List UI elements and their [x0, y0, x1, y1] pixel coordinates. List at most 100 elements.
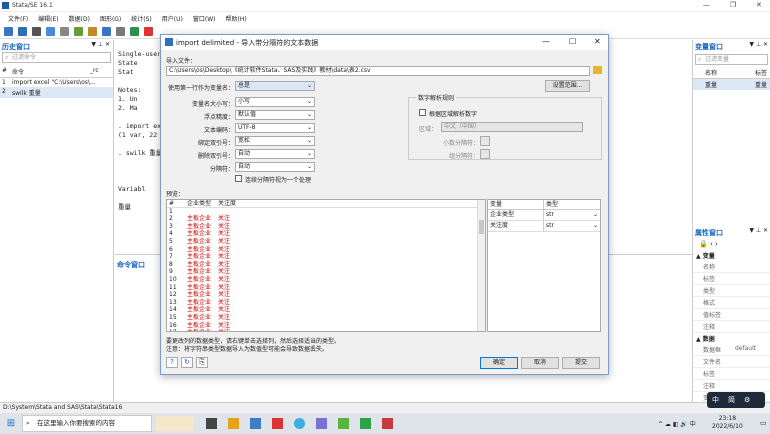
type-grid[interactable]: 变量 类型 企业类型 str ⌄ 关注度 str ⌄	[487, 199, 601, 332]
history-row[interactable]: 2 swilk 重量	[0, 87, 113, 98]
consecutive-delim-checkbox[interactable]	[235, 175, 242, 182]
float-precision-select[interactable]: 默认值 ⌄	[235, 110, 315, 120]
chevron-down-icon: ⌄	[306, 137, 312, 144]
history-search[interactable]: ⌕ 过滤命令	[2, 52, 111, 63]
taskbar-search[interactable]: ⌕ 在这里输入你要搜索的内容	[22, 415, 152, 432]
prop-row[interactable]: 文件名	[693, 356, 770, 368]
scrollbar-thumb[interactable]	[479, 220, 484, 234]
save-icon[interactable]	[18, 27, 27, 36]
ime-lang[interactable]: 中	[712, 395, 719, 405]
browser-icon[interactable]	[294, 418, 305, 429]
data-editor-icon[interactable]	[102, 27, 111, 36]
maximize-icon[interactable]: ☐	[569, 37, 576, 46]
lock-icon[interactable]: 🔒	[699, 240, 708, 248]
delimiter-select[interactable]: 自动 ⌄	[235, 162, 315, 172]
notification-icon[interactable]: ▭	[760, 419, 767, 427]
history-row[interactable]: 1 import excel "C:\Users\os\...	[0, 78, 113, 87]
menu-item[interactable]: 图形(G)	[100, 14, 121, 23]
data-browser-icon[interactable]	[116, 27, 125, 36]
wps-icon[interactable]	[272, 418, 283, 429]
tray-icons[interactable]: ^ ☁ ◧ 🔊 中	[658, 419, 696, 428]
help-icon[interactable]: ?	[166, 357, 178, 368]
windows-start-icon[interactable]: ⊞	[0, 418, 22, 429]
menu-item[interactable]: 文件(F)	[8, 14, 28, 23]
menu-item[interactable]: 统计(S)	[131, 14, 152, 23]
preview-cell: 关注	[218, 306, 231, 314]
case-select[interactable]: 小写 ⌄	[235, 97, 315, 107]
ok-button[interactable]: 确定	[480, 357, 518, 369]
clock[interactable]: 23:18 2022/6/10	[712, 415, 743, 431]
bind-quotes-select[interactable]: 宽松 ⌄	[235, 136, 315, 146]
task-view-icon[interactable]	[206, 418, 217, 429]
minimize-icon[interactable]: —	[542, 37, 550, 46]
decimal-input[interactable]	[480, 136, 490, 146]
break-icon[interactable]	[144, 27, 153, 36]
locale-select[interactable]: 中文（中国）	[441, 122, 583, 132]
set-range-button[interactable]: 设置范围...	[545, 80, 590, 92]
editor-icon[interactable]	[88, 27, 97, 36]
print-icon[interactable]	[32, 27, 41, 36]
app-icon[interactable]	[316, 418, 327, 429]
preview-scrollbar[interactable]	[477, 200, 485, 331]
close-icon[interactable]: ✕	[594, 37, 601, 46]
preview-col-attention[interactable]: 关注度	[218, 200, 248, 207]
prop-row[interactable]: 标签	[693, 273, 770, 285]
prop-row[interactable]: 格式	[693, 297, 770, 309]
preview-cell: 关注	[218, 230, 231, 238]
variables-search[interactable]: ⌕ 过滤变量	[695, 54, 768, 65]
file-path-input[interactable]: C:\Users\os\Desktop\《统计软件Stata、SAS及实践》教材…	[166, 66, 590, 76]
preview-col-type[interactable]: 企业类型	[187, 200, 218, 207]
prop-row[interactable]: 注释	[693, 321, 770, 333]
ime-mode[interactable]: 简	[728, 395, 735, 405]
first-row-select[interactable]: 总是 ⌄	[235, 81, 315, 91]
menu-item[interactable]: 帮助(H)	[225, 14, 246, 23]
app-icon[interactable]	[360, 418, 371, 429]
type-row[interactable]: 企业类型 str ⌄	[488, 210, 600, 221]
prop-row[interactable]: 注释	[693, 380, 770, 392]
open-icon[interactable]	[4, 27, 13, 36]
folder-icon[interactable]	[593, 66, 602, 74]
panel-controls-icon[interactable]: ▼ ⊥ ✕	[749, 41, 768, 48]
strip-quotes-select[interactable]: 自动 ⌄	[235, 149, 315, 159]
maximize-icon[interactable]: ❐	[730, 1, 736, 9]
log-icon[interactable]	[46, 27, 55, 36]
prop-row[interactable]: 值标签	[693, 309, 770, 321]
variable-row[interactable]: 重量 重量	[693, 79, 770, 90]
import-delimited-dialog: import delimited - 导入带分隔符的文本数据 — ☐ ✕ 导入文…	[160, 34, 609, 375]
menu-item[interactable]: 窗口(W)	[193, 14, 216, 23]
type-select[interactable]: str ⌄	[544, 221, 600, 231]
prop-row[interactable]: 类型	[693, 285, 770, 297]
menu-item[interactable]: 编辑(E)	[38, 14, 58, 23]
prop-row[interactable]: 标签	[693, 368, 770, 380]
stata-taskbar-icon[interactable]	[250, 418, 261, 429]
wechat-icon[interactable]	[338, 418, 349, 429]
prop-row[interactable]: 名称	[693, 261, 770, 273]
variables-manager-icon[interactable]	[130, 27, 139, 36]
panel-controls-icon[interactable]: ▼ ⊥ ✕	[91, 41, 110, 48]
viewer-icon[interactable]	[60, 27, 69, 36]
close-icon[interactable]: ✕	[756, 1, 762, 9]
copy-icon[interactable]: ⎘	[196, 357, 208, 368]
type-select[interactable]: str ⌄	[544, 210, 600, 220]
panel-controls-icon[interactable]: ▼ ⊥ ✕	[749, 227, 768, 234]
menu-item[interactable]: 用户(U)	[162, 14, 183, 23]
thousand-input[interactable]	[480, 149, 490, 159]
ime-settings-icon[interactable]: ⚙	[744, 396, 750, 404]
preview-row: 8 主板企业 关注	[167, 261, 485, 269]
encoding-select[interactable]: UTF-8 ⌄	[235, 123, 315, 133]
file-explorer-icon[interactable]	[228, 418, 239, 429]
submit-button[interactable]: 提交	[562, 357, 600, 369]
properties-nav[interactable]: 🔒 ‹ ›	[693, 238, 770, 250]
type-row[interactable]: 关注度 str ⌄	[488, 221, 600, 232]
locale-parse-checkbox[interactable]	[419, 109, 426, 116]
reset-icon[interactable]: ↻	[181, 357, 193, 368]
app-icon[interactable]	[382, 418, 393, 429]
graph-icon[interactable]	[74, 27, 83, 36]
minimize-icon[interactable]: —	[703, 1, 710, 9]
ime-toolbar[interactable]: 中 简 ⚙	[707, 392, 765, 408]
menu-item[interactable]: 数据(D)	[69, 14, 90, 23]
cancel-button[interactable]: 取消	[521, 357, 559, 369]
prop-row[interactable]: 数据框 default	[693, 344, 770, 356]
type-var: 企业类型	[488, 210, 544, 220]
preview-grid[interactable]: # 企业类型 关注度 1 2 主板企业 关注 3 主板企业 关注 4 主板企业 关注 5 主板企业 关注…	[166, 199, 486, 332]
